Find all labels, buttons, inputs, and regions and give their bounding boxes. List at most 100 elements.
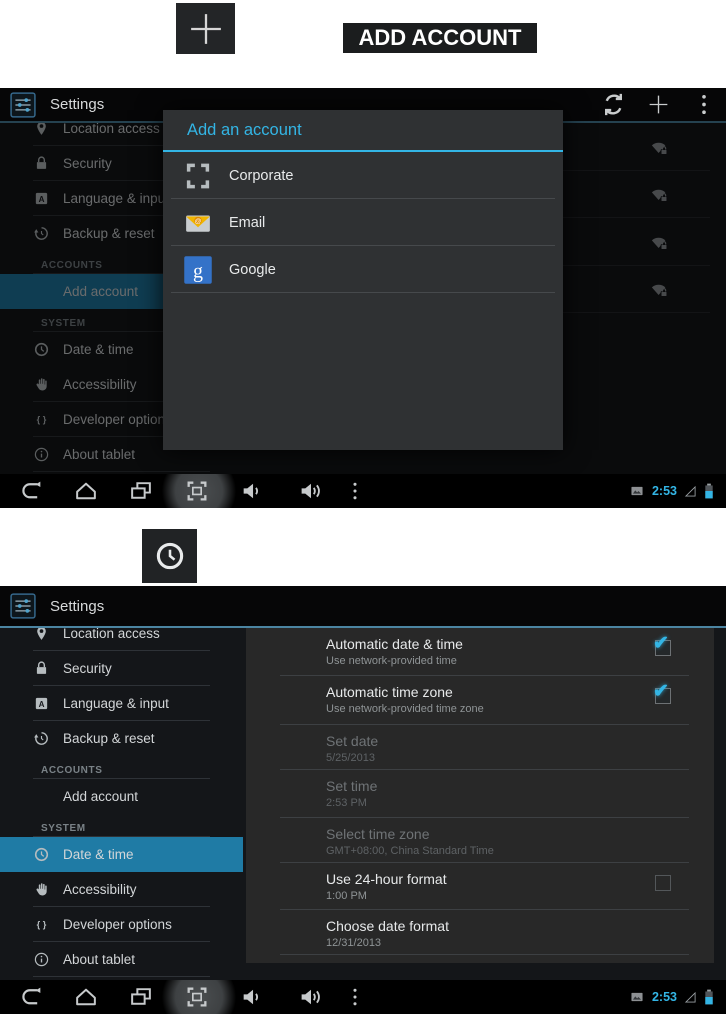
dialog-title: Add an account: [163, 110, 563, 152]
volume-down-icon[interactable]: [240, 985, 265, 1010]
picture-icon: [629, 990, 645, 1004]
battery-icon: [704, 483, 714, 499]
recents-icon[interactable]: [129, 479, 154, 504]
recents-icon[interactable]: [129, 985, 154, 1010]
sync-icon[interactable]: [601, 92, 626, 117]
screenshot-date-time: Settings Location access Security A Languag…: [0, 586, 726, 1014]
pref-automatic-time-zone[interactable]: Automatic time zone Use network-provided …: [246, 676, 714, 725]
sidebar-item-developer-options[interactable]: { } Developer options: [0, 907, 243, 942]
pref-set-date: Set date 5/25/2013: [246, 725, 714, 770]
checkbox-unchecked[interactable]: [655, 875, 671, 891]
sidebar-item-date-time[interactable]: Date & time: [0, 837, 243, 872]
system-navigation-bar: 2:53: [0, 474, 726, 508]
checkbox-checked[interactable]: ✔: [653, 681, 671, 704]
pref-use-24-hour-format[interactable]: Use 24-hour format 1:00 PM: [246, 863, 714, 910]
pref-title: Choose date format: [326, 918, 449, 934]
pref-subtitle: GMT+08:00, China Standard Time: [326, 845, 494, 857]
add-account-callout-label: ADD ACCOUNT: [343, 23, 537, 53]
screenshot-icon[interactable]: [185, 479, 210, 504]
screenshot-icon[interactable]: [185, 985, 210, 1010]
sidebar-item-accessibility[interactable]: Accessibility: [0, 872, 243, 907]
dialog-item-label: Google: [229, 261, 276, 278]
menu-dots-icon[interactable]: [351, 985, 360, 1010]
sidebar-item-label: Backup & reset: [63, 731, 155, 746]
home-icon[interactable]: [74, 985, 99, 1010]
dialog-item-google[interactable]: g Google: [163, 246, 563, 293]
plus-icon: [185, 8, 227, 50]
volume-up-icon[interactable]: [299, 985, 324, 1010]
pref-subtitle: Use network-provided time: [326, 655, 457, 667]
home-icon[interactable]: [74, 479, 99, 504]
svg-text:g: g: [193, 260, 203, 282]
sidebar-item-about-tablet[interactable]: About tablet: [0, 942, 243, 977]
pref-automatic-date-time[interactable]: Automatic date & time Use network-provide…: [246, 628, 714, 676]
sidebar-item-language-input[interactable]: A Language & input: [0, 686, 243, 721]
sidebar-list: Location access Security A Language & input…: [0, 628, 243, 977]
picture-icon: [629, 484, 645, 498]
pref-title: Set time: [326, 778, 378, 794]
corporate-icon: [183, 161, 213, 191]
sidebar-item-add-account[interactable]: Add account: [0, 779, 243, 814]
check-mark-icon: ✔: [653, 681, 669, 702]
pref-subtitle: Use network-provided time zone: [326, 703, 484, 715]
check-mark-icon: ✔: [653, 633, 669, 654]
dialog-item-email[interactable]: @ Email: [163, 199, 563, 246]
add-account-dialog: Add an account Corporate @ Email g Google: [163, 110, 563, 450]
action-bar: Settings: [0, 586, 726, 626]
dialog-item-label: Email: [229, 214, 266, 231]
status-cluster[interactable]: 2:53: [629, 980, 726, 1014]
clock-time: 2:53: [651, 484, 677, 498]
sidebar-section-accounts: ACCOUNTS: [0, 756, 243, 779]
pref-subtitle: 12/31/2013: [326, 937, 382, 949]
back-icon[interactable]: [20, 985, 45, 1010]
svg-text:@: @: [195, 218, 202, 225]
sidebar-item-location-access[interactable]: Location access: [0, 628, 243, 651]
svg-text:{ }: { }: [37, 920, 47, 930]
signal-icon: [684, 991, 697, 1004]
sidebar-item-security[interactable]: Security: [0, 651, 243, 686]
location-icon: [33, 628, 50, 642]
battery-icon: [704, 989, 714, 1005]
volume-down-icon[interactable]: [240, 479, 265, 504]
settings-app-icon: [10, 593, 36, 619]
dialog-item-list: Corporate @ Email g Google: [163, 152, 563, 293]
page-title: Settings: [50, 96, 105, 113]
section-label: ACCOUNTS: [41, 765, 103, 776]
clock-icon: [33, 846, 50, 863]
sidebar-item-label: Date & time: [63, 847, 134, 862]
dialog-item-label: Corporate: [229, 167, 294, 184]
language-icon: A: [33, 695, 50, 712]
volume-up-icon[interactable]: [299, 479, 324, 504]
sidebar-item-label: Add account: [63, 789, 139, 804]
svg-text:A: A: [39, 700, 45, 709]
backup-icon: [33, 730, 50, 747]
back-icon[interactable]: [20, 479, 45, 504]
system-navigation-bar: 2:53: [0, 980, 726, 1014]
menu-dots-icon[interactable]: [351, 479, 360, 504]
sidebar-section-system: SYSTEM: [0, 814, 243, 837]
sidebar-item-label: Location access: [63, 628, 160, 641]
section-label: SYSTEM: [41, 823, 86, 834]
status-cluster[interactable]: 2:53: [629, 474, 726, 508]
pref-choose-date-format[interactable]: Choose date format 12/31/2013: [246, 910, 714, 955]
overflow-menu-icon[interactable]: [698, 92, 710, 117]
signal-icon: [684, 485, 697, 498]
sidebar-item-label: Developer options: [63, 917, 172, 932]
pref-title: Set date: [326, 733, 379, 749]
settings-sidebar: Location access Security A Language & input…: [0, 628, 243, 980]
pref-subtitle: 1:00 PM: [326, 890, 367, 902]
sidebar-item-label: Accessibility: [63, 882, 137, 897]
lock-icon: [33, 660, 50, 677]
date-time-preference-panel: Automatic date & time Use network-provide…: [246, 628, 714, 963]
page-title: Settings: [50, 597, 105, 615]
sidebar-item-backup-reset[interactable]: Backup & reset: [0, 721, 243, 756]
sidebar-item-label: Security: [63, 661, 112, 676]
info-icon: [33, 951, 50, 968]
dialog-item-corporate[interactable]: Corporate: [163, 152, 563, 199]
plus-icon: [33, 788, 50, 805]
checkbox-checked[interactable]: ✔: [653, 633, 671, 656]
google-icon: g: [183, 255, 213, 285]
screenshot-add-account: Settings Location accessSecurityALanguag…: [0, 88, 726, 508]
add-network-icon[interactable]: [646, 92, 671, 117]
pref-title: Select time zone: [326, 826, 430, 842]
